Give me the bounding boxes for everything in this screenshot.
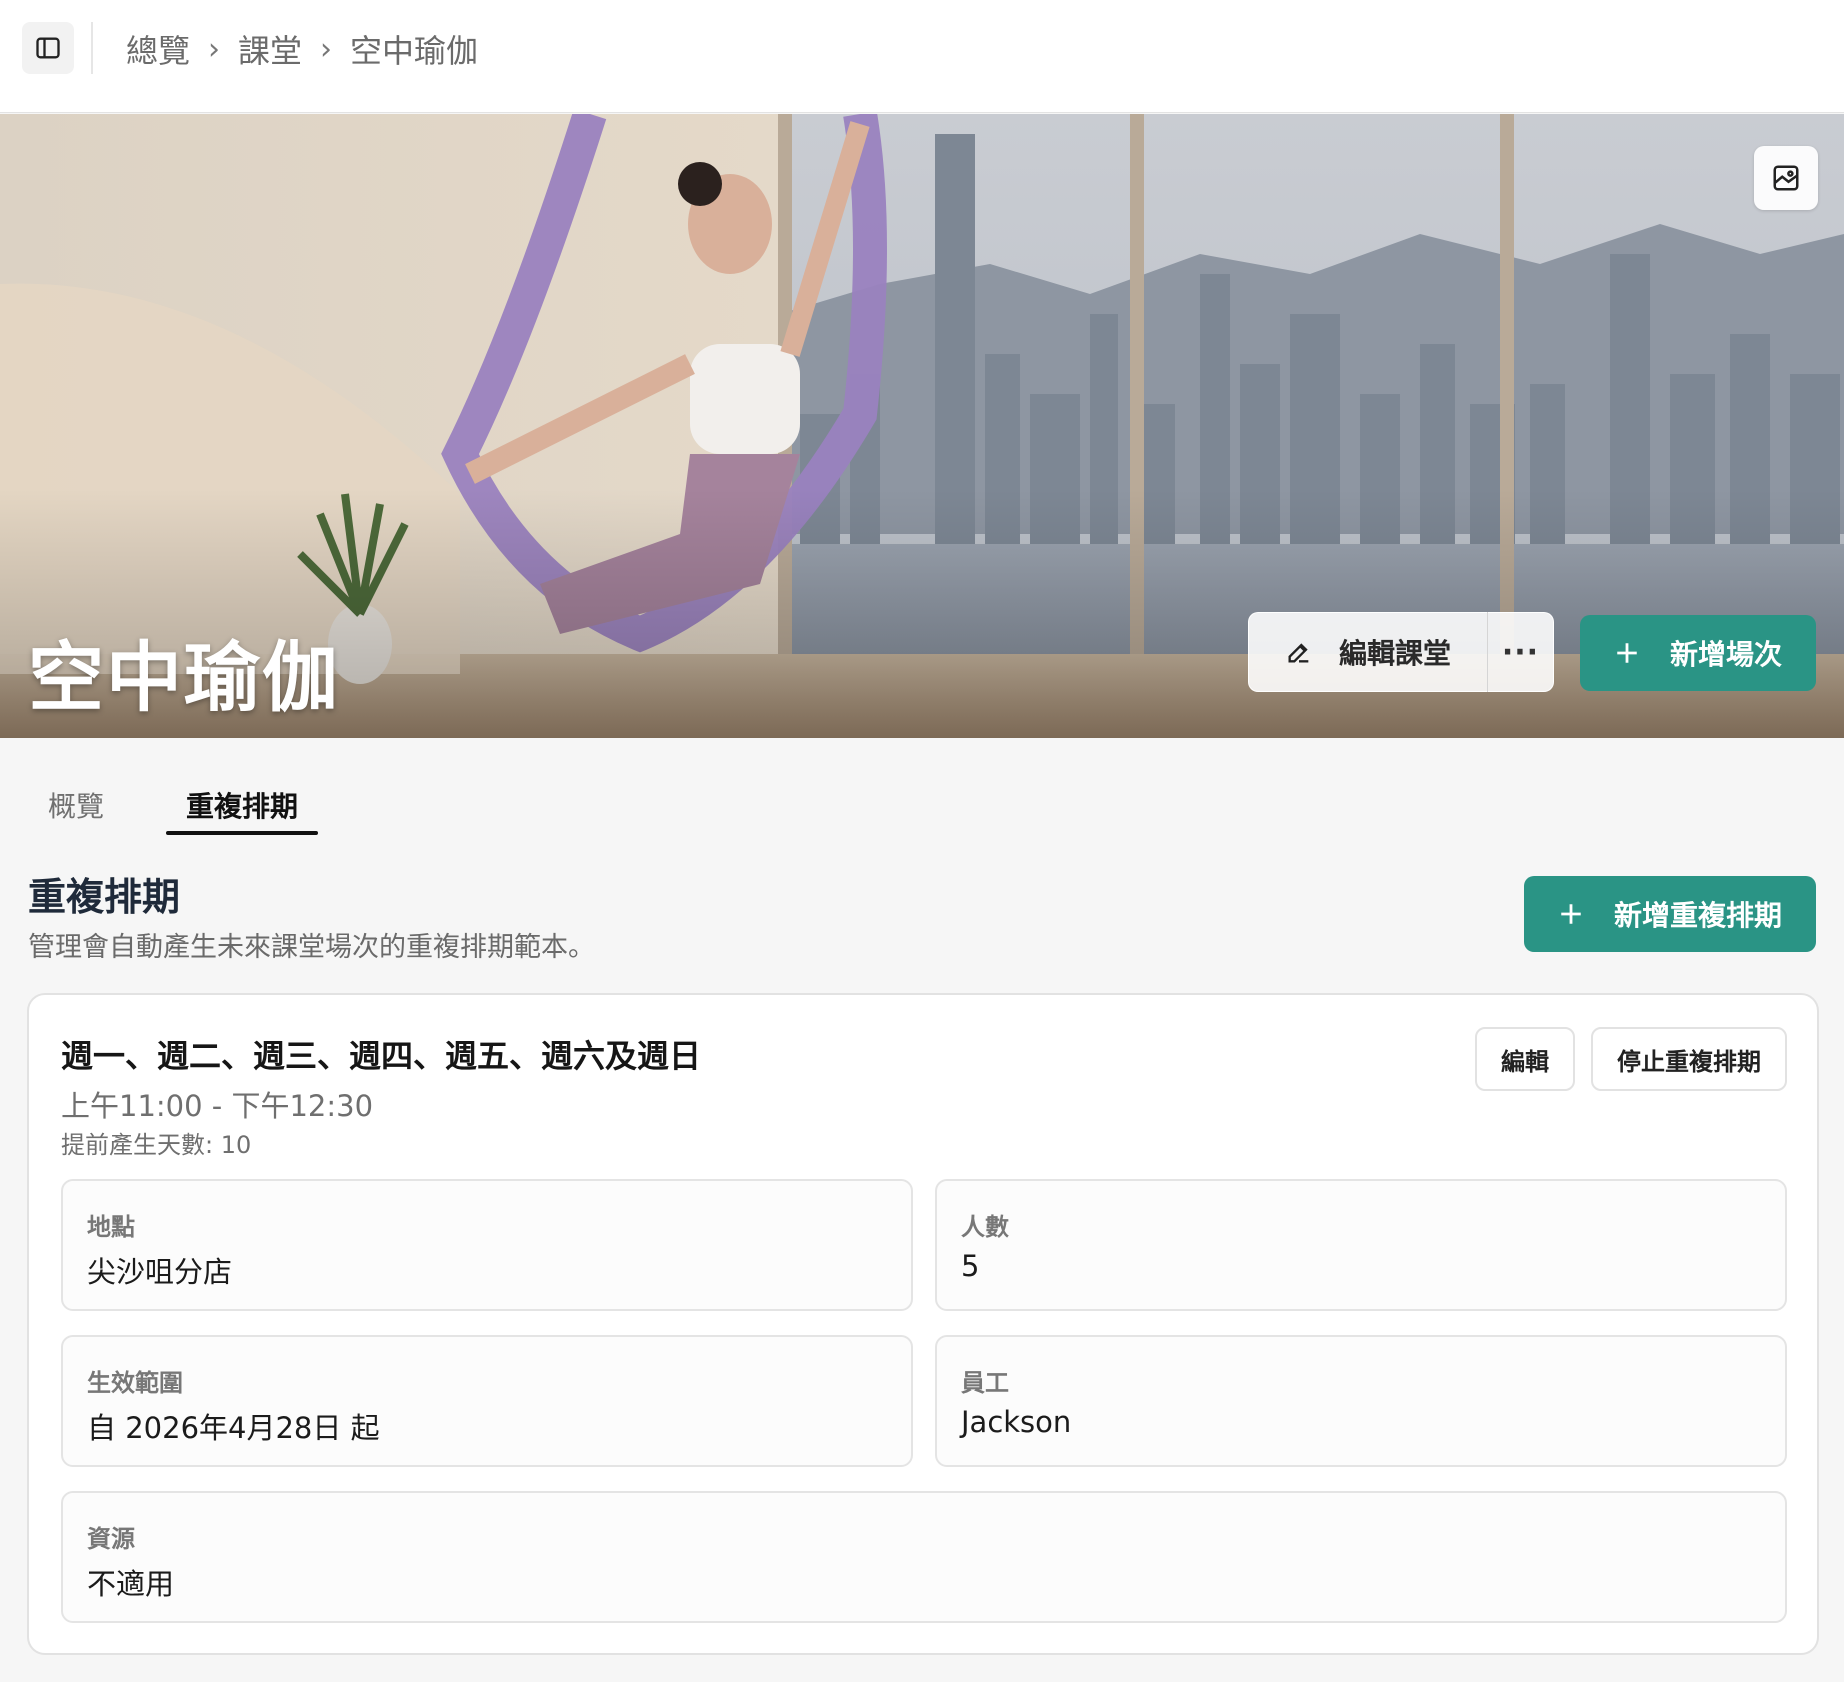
top-bar: 總覽 › 課堂 › 空中瑜伽 (0, 0, 1844, 113)
info-value: 尖沙咀分店 (87, 1255, 233, 1289)
section-title: 重複排期 (28, 875, 181, 919)
info-label: 資源 (87, 1525, 135, 1553)
breadcrumb: 總覽 › 課堂 › 空中瑜伽 (126, 24, 478, 74)
plus-icon (1617, 643, 1637, 663)
info-value: 自 2026年4月28日 起 (87, 1411, 380, 1445)
sidebar-toggle-button[interactable] (22, 22, 74, 74)
image-icon (1773, 165, 1799, 191)
tab-overview[interactable]: 概覽 (28, 775, 124, 835)
edit-class-button[interactable]: 編輯課堂 (1249, 613, 1487, 691)
info-resource: 資源 不適用 (61, 1491, 1787, 1623)
info-label: 員工 (961, 1369, 1009, 1397)
more-icon: ··· (1501, 634, 1540, 670)
info-value: 5 (961, 1249, 980, 1283)
info-label: 地點 (87, 1213, 135, 1241)
tab-bar: 概覽 重複排期 (28, 775, 319, 835)
edit-schedule-button[interactable]: 編輯 (1475, 1027, 1575, 1091)
hero-banner: 空中瑜伽 (0, 114, 1844, 738)
schedule-time: 上午11:00 - 下午12:30 (61, 1089, 374, 1123)
add-session-button[interactable]: 新增場次 (1580, 615, 1816, 691)
info-capacity: 人數 5 (935, 1179, 1787, 1311)
tab-recurring-schedule[interactable]: 重複排期 (166, 775, 319, 835)
breadcrumb-overview[interactable]: 總覽 (126, 26, 190, 72)
edit-class-label: 編輯課堂 (1338, 637, 1451, 670)
schedule-advance-days: 提前產生天數: 10 (61, 1131, 252, 1159)
class-actions-group: 編輯課堂 ··· (1248, 612, 1554, 692)
more-options-button[interactable]: ··· (1488, 613, 1553, 691)
info-label: 生效範圍 (87, 1369, 183, 1397)
info-staff: 員工 Jackson (935, 1335, 1787, 1467)
add-recurring-label: 新增重複排期 (1613, 899, 1782, 932)
section-description: 管理會自動產生未來課堂場次的重複排期範本。 (28, 932, 595, 963)
schedule-days: 週一、週二、週三、週四、週五、週六及週日 (61, 1037, 702, 1075)
recurring-schedule-card: 週一、週二、週三、週四、週五、週六及週日 上午11:00 - 下午12:30 提… (27, 993, 1819, 1655)
stop-schedule-button[interactable]: 停止重複排期 (1591, 1027, 1787, 1091)
breadcrumb-current: 空中瑜伽 (350, 32, 479, 70)
add-session-label: 新增場次 (1669, 638, 1782, 671)
add-recurring-schedule-button[interactable]: 新增重複排期 (1524, 876, 1816, 952)
plus-icon (1561, 904, 1581, 924)
change-image-button[interactable] (1754, 146, 1818, 210)
chevron-right-icon: › (208, 31, 221, 67)
chevron-right-icon: › (320, 31, 333, 67)
sidebar-icon (36, 37, 60, 59)
topbar-divider (91, 22, 93, 74)
edit-icon (1288, 643, 1309, 663)
info-value: 不適用 (87, 1567, 175, 1601)
class-title: 空中瑜伽 (28, 633, 340, 722)
info-location: 地點 尖沙咀分店 (61, 1179, 913, 1311)
info-value: Jackson (961, 1405, 1072, 1439)
info-label: 人數 (961, 1213, 1009, 1241)
info-effective-range: 生效範圍 自 2026年4月28日 起 (61, 1335, 913, 1467)
breadcrumb-classes[interactable]: 課堂 (238, 26, 302, 72)
